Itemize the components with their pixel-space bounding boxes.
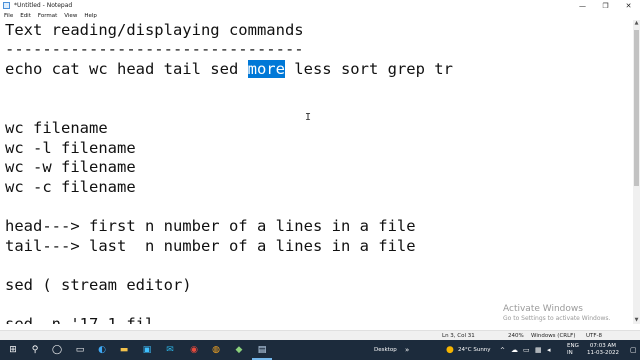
menu-file[interactable]: File [4, 13, 13, 19]
menu-help[interactable]: Help [84, 13, 97, 19]
desktop-label[interactable]: Desktop [374, 340, 397, 360]
clock-date: 11-03-2022 [587, 350, 619, 356]
zoom-level: 240% [508, 333, 524, 339]
text-line: wc -w filename [5, 158, 136, 176]
mail-icon[interactable]: ✉ [164, 344, 176, 356]
weather-sun-icon: ● [446, 345, 454, 355]
line-ending: Windows (CRLF) [531, 333, 576, 339]
text-line: wc -c filename [5, 178, 136, 196]
widgets-icon[interactable]: ▭ [74, 344, 86, 356]
text-line-with-selection: echo cat wc head tail sed more less sort… [5, 60, 453, 79]
window-title: *Untitled - Notepad [14, 2, 73, 9]
app-icon[interactable]: ◆ [233, 344, 245, 356]
language-indicator[interactable]: ENG IN [567, 340, 579, 360]
scrollbar-thumb[interactable] [634, 30, 639, 186]
menu-format[interactable]: Format [38, 13, 57, 19]
text-line: sed -n '17,1 fil... [5, 315, 183, 324]
text-segment: less sort grep tr [284, 60, 453, 78]
maximize-button[interactable]: ❐ [594, 0, 617, 11]
minimize-button[interactable]: — [571, 0, 594, 11]
text-line: tail---> last n number of a lines in a f… [5, 237, 416, 255]
taskbar: ⊞ ⚲ ◯ ▭ ◐ ▬ ▣ ✉ ◉ ◍ ◆ ▤ Desktop » ● 24°C… [0, 340, 640, 360]
vertical-scrollbar[interactable]: ▲ ▼ [633, 20, 640, 324]
scroll-down-icon[interactable]: ▼ [633, 317, 640, 324]
text-line: -------------------------------- [5, 40, 304, 58]
store-icon[interactable]: ▣ [141, 344, 153, 356]
notepad-icon [3, 2, 10, 9]
close-button[interactable]: ✕ [617, 0, 640, 11]
file-explorer-icon[interactable]: ▬ [118, 344, 130, 356]
battery-icon[interactable]: ▭ [523, 340, 530, 360]
selected-text: more [247, 60, 285, 78]
speaker-icon[interactable]: ◂ [547, 340, 551, 360]
cursor-position: Ln 3, Col 31 [442, 333, 475, 339]
text-line: wc -l filename [5, 139, 136, 157]
search-icon[interactable]: ⚲ [29, 344, 41, 356]
menu-edit[interactable]: Edit [20, 13, 31, 19]
title-bar: *Untitled - Notepad — ❐ ✕ [0, 0, 640, 11]
mouse-ibeam-cursor: I [305, 112, 312, 123]
edge-browser-icon[interactable]: ◐ [96, 344, 108, 356]
app-icon[interactable]: ◍ [210, 344, 222, 356]
watermark-title: Activate Windows [503, 304, 583, 314]
chevron-up-icon[interactable]: ^ [500, 340, 505, 360]
chrome-icon[interactable]: ◉ [188, 344, 200, 356]
activate-windows-watermark: Activate Windows Go to Settings to activ… [503, 304, 610, 322]
notification-icon[interactable]: ▢ [630, 340, 637, 360]
notepad-taskbar-icon[interactable]: ▤ [256, 344, 268, 356]
encoding: UTF-8 [586, 333, 603, 339]
task-view-icon[interactable]: ◯ [51, 344, 63, 356]
scroll-up-icon[interactable]: ▲ [633, 20, 640, 27]
windows-start-icon[interactable]: ⊞ [7, 344, 19, 356]
network-icon[interactable]: ▦ [535, 340, 542, 360]
text-line: head---> first n number of a lines in a … [5, 217, 416, 235]
text-editor-area[interactable]: Text reading/displaying commands -------… [0, 20, 633, 324]
watermark-subtitle: Go to Settings to activate Windows. [503, 315, 611, 322]
text-line: sed ( stream editor) [5, 276, 192, 294]
chevron-right-icon[interactable]: » [405, 340, 409, 360]
menu-view[interactable]: View [64, 13, 77, 19]
clock-time: 07:03 AM [589, 343, 617, 349]
text-line: Text reading/displaying commands [5, 21, 304, 39]
clock[interactable]: 07:03 AM 11-03-2022 [587, 340, 619, 360]
text-line: wc filename [5, 119, 108, 137]
cloud-icon[interactable]: ☁ [511, 340, 518, 360]
window-controls: — ❐ ✕ [571, 0, 640, 11]
weather-text[interactable]: 24°C Sunny [458, 340, 491, 360]
text-segment: echo cat wc head tail sed [5, 60, 248, 78]
menu-bar: File Edit Format View Help [0, 11, 640, 20]
